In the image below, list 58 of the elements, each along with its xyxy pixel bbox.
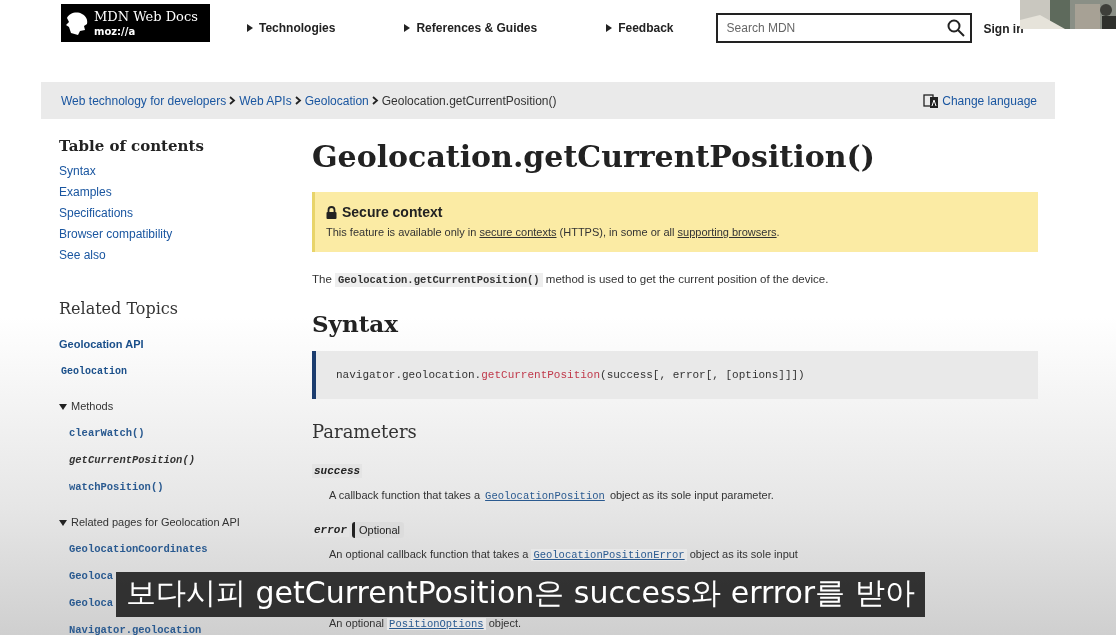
triangle-icon: [403, 24, 412, 32]
related-topics-title: Related Topics: [59, 299, 179, 318]
toc-link[interactable]: Examples: [59, 182, 312, 203]
breadcrumb-link[interactable]: Web technology for developers: [61, 93, 227, 108]
page-title: Geolocation.getCurrentPosition(): [312, 139, 876, 174]
parameter-name: success: [312, 464, 363, 478]
sidebar-link[interactable]: Geoloca: [69, 570, 114, 583]
section-title: Parameters: [312, 421, 418, 442]
nav-menu[interactable]: Feedback: [605, 21, 674, 35]
parameter-description: An optional callback function that takes a GeolocationPositionError object as its sole input: [329, 547, 799, 563]
change-language-link[interactable]: Change language: [923, 92, 1037, 109]
nav-menu[interactable]: References & Guides: [403, 21, 538, 35]
code-block: navigator.geolocation.getCurrentPosition(success[, error[, [options]]]): [312, 351, 1038, 399]
triangle-icon: [59, 402, 67, 411]
toc-link[interactable]: Specifications: [59, 203, 312, 224]
parameter-description: A callback function that takes a GeolocationPosition object as its sole input parameter.: [329, 488, 775, 504]
sidebar-link[interactable]: GeolocationCoordinates: [69, 543, 208, 556]
video-subtitle: 보다시피 getCurrentPosition은 success와 errror를 받아: [116, 572, 925, 617]
group-toggle[interactable]: Methods: [59, 400, 312, 413]
breadcrumb-current[interactable]: Geolocation.getCurrentPosition(): [381, 93, 557, 108]
sidebar-link[interactable]: watchPosition(): [69, 481, 164, 494]
triangle-icon: [246, 24, 254, 32]
section-title: Syntax: [312, 310, 399, 337]
parameter-description: An optional PositionOptions object.: [329, 616, 523, 632]
logo-title: MDN Web Docs: [94, 9, 198, 24]
triangle-icon: [605, 24, 614, 32]
code-link[interactable]: GeolocationPositionError: [531, 549, 687, 561]
topic-link[interactable]: Geolocation: [61, 365, 312, 378]
nav-menu[interactable]: Technologies: [246, 21, 336, 35]
notice-text: This feature is available only in secure contexts (HTTPS), in some or all supporting browsers.: [326, 226, 781, 238]
search-icon[interactable]: [946, 19, 965, 37]
triangle-icon: [59, 518, 67, 527]
mdn-logo[interactable]: MDN Web Docs moz://a: [61, 4, 210, 42]
toc-link[interactable]: See also: [59, 245, 312, 266]
toc-title: Table of contents: [59, 137, 205, 155]
sidebar-link[interactable]: Navigator.geolocation: [69, 624, 202, 635]
group-toggle[interactable]: Related pages for Geolocation API: [59, 516, 312, 529]
breadcrumb-link[interactable]: Geolocation: [304, 93, 369, 108]
optional-label: Optional: [352, 522, 404, 538]
topic-link[interactable]: Geolocation API: [59, 338, 312, 351]
notice-link[interactable]: secure contexts: [479, 226, 557, 238]
notice-title: Secure context: [342, 204, 443, 220]
language-icon: [923, 92, 940, 109]
toc-link[interactable]: Browser compatibility: [59, 224, 312, 245]
breadcrumb-link[interactable]: Web APIs: [239, 93, 292, 108]
chevron-icon: [294, 96, 302, 105]
notice-link[interactable]: supporting browsers: [677, 226, 777, 238]
chevron-icon: [229, 96, 237, 105]
sidebar-link[interactable]: getCurrentPosition(): [69, 454, 196, 467]
code-link[interactable]: PositionOptions: [387, 618, 486, 630]
toc-link[interactable]: Syntax: [59, 161, 312, 182]
chevron-icon: [371, 96, 379, 105]
intro-text: The Geolocation.getCurrentPosition() method is used to get the current position of the device.: [312, 273, 830, 286]
sidebar-link[interactable]: clearWatch(): [69, 427, 145, 440]
lock-icon: [326, 205, 337, 219]
search-field[interactable]: Search MDN: [715, 13, 972, 43]
sidebar-link[interactable]: Geoloca: [69, 597, 114, 610]
code-link[interactable]: GeolocationPosition: [483, 490, 607, 502]
